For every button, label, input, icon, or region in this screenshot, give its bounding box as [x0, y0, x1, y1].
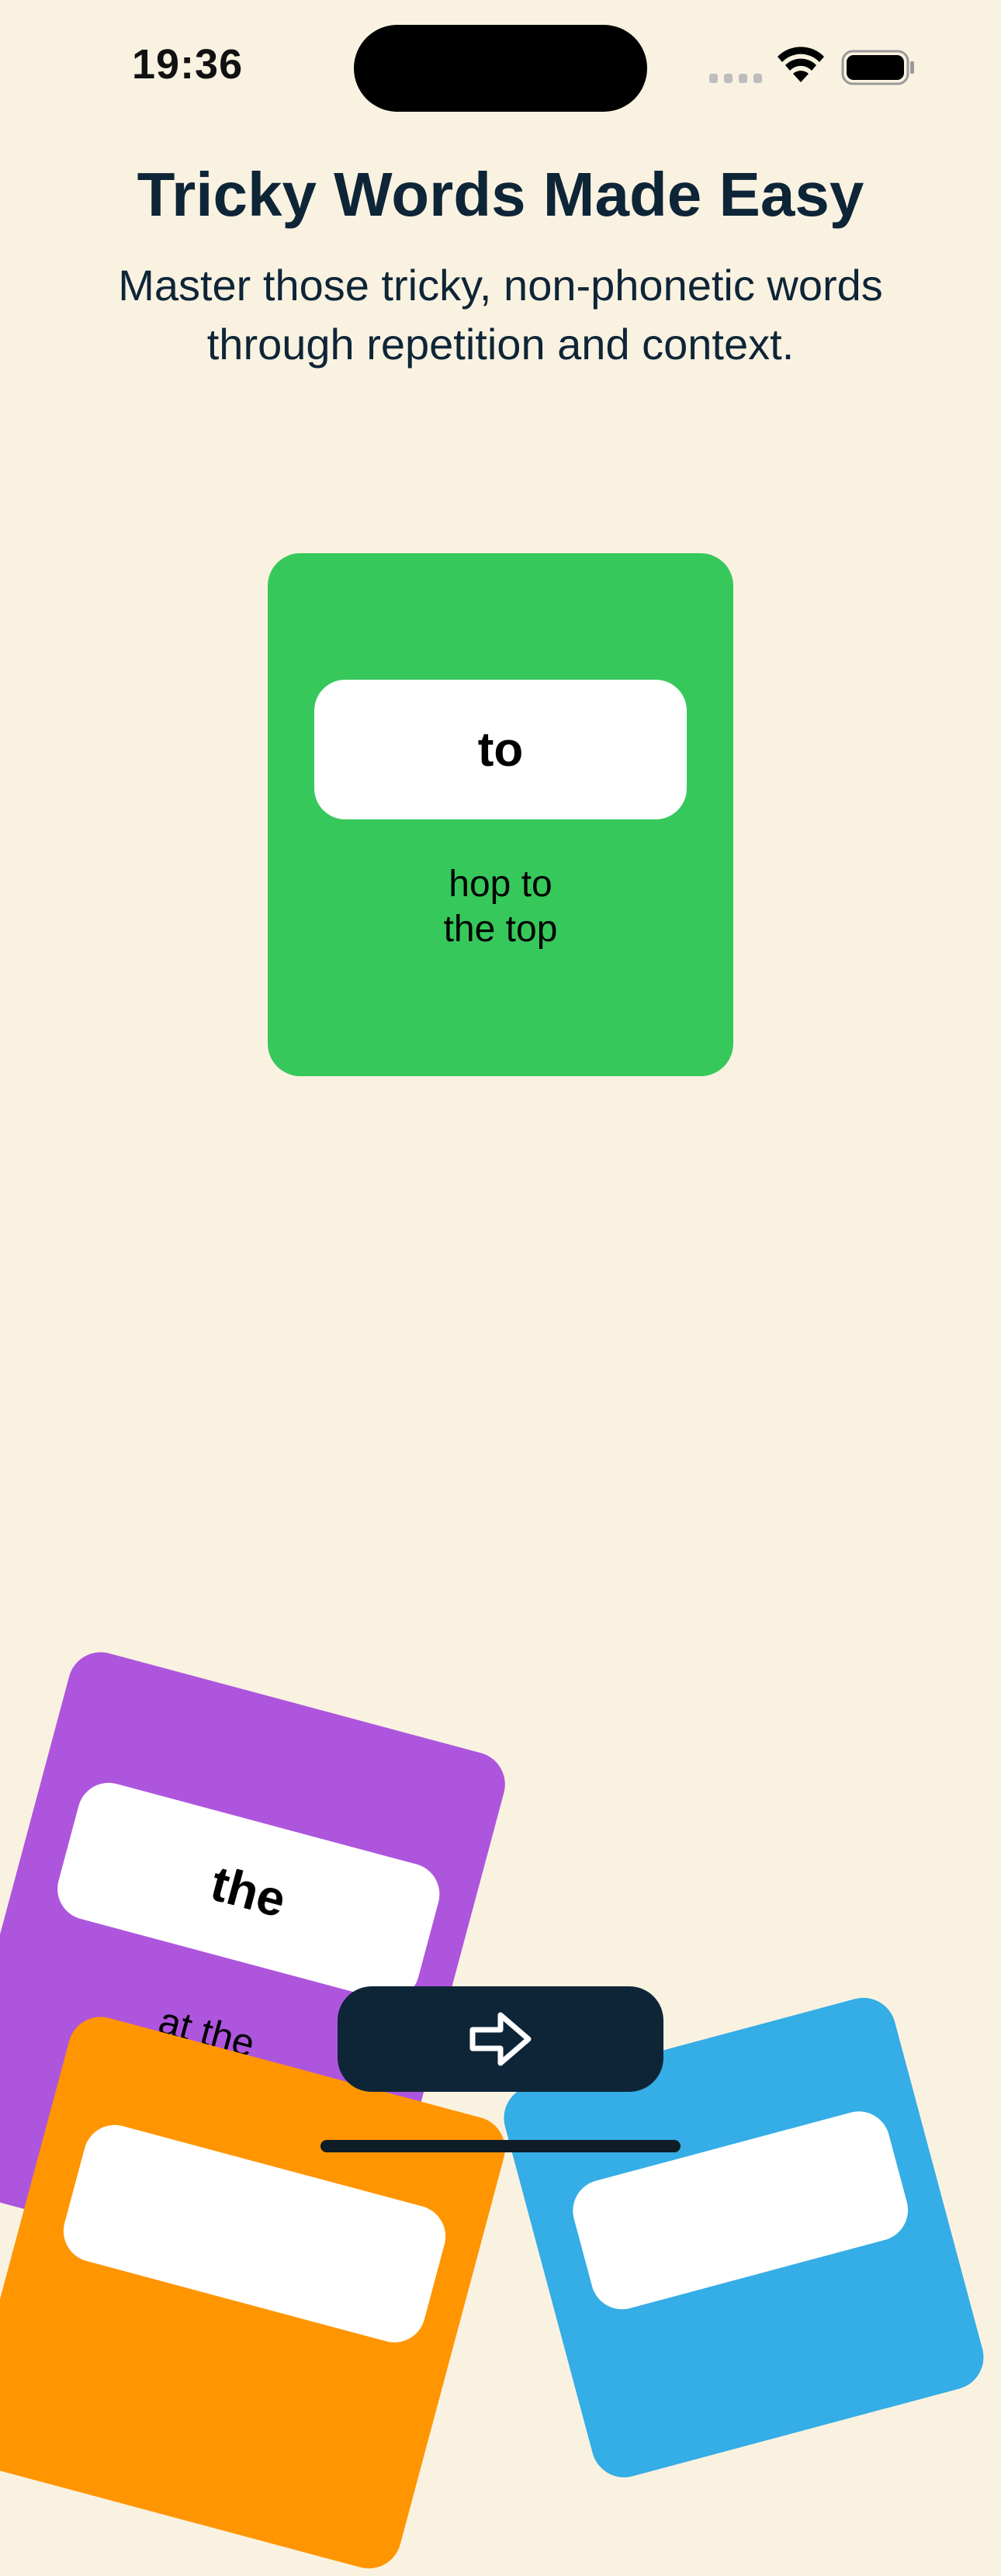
flashcard-orange-decorative [0, 2010, 513, 2576]
status-time: 19:36 [132, 41, 244, 88]
flashcard-word-box [566, 2104, 916, 2317]
flashcard-word: the [50, 1775, 447, 2007]
battery-icon [841, 50, 914, 85]
dynamic-island [354, 25, 647, 112]
wifi-icon [778, 47, 824, 82]
flashcard-word: to [314, 680, 687, 819]
next-button[interactable] [338, 1986, 663, 2092]
flashcard-caption-line2: the top [443, 909, 558, 950]
cellular-signal-icon [709, 72, 764, 83]
arrow-right-icon [469, 2012, 532, 2066]
home-indicator [320, 2140, 681, 2152]
flashcard-caption: hop to the top [268, 862, 733, 952]
page-title: Tricky Words Made Easy [137, 160, 864, 229]
page-subtitle: Master those tricky, non-phonetic words … [118, 261, 883, 369]
flashcard-main[interactable]: to hop to the top [268, 553, 733, 1076]
flashcard-caption-line1: hop to [449, 864, 552, 905]
status-bar: 19:36 [0, 0, 1001, 124]
flashcard-word-box [56, 2117, 453, 2349]
